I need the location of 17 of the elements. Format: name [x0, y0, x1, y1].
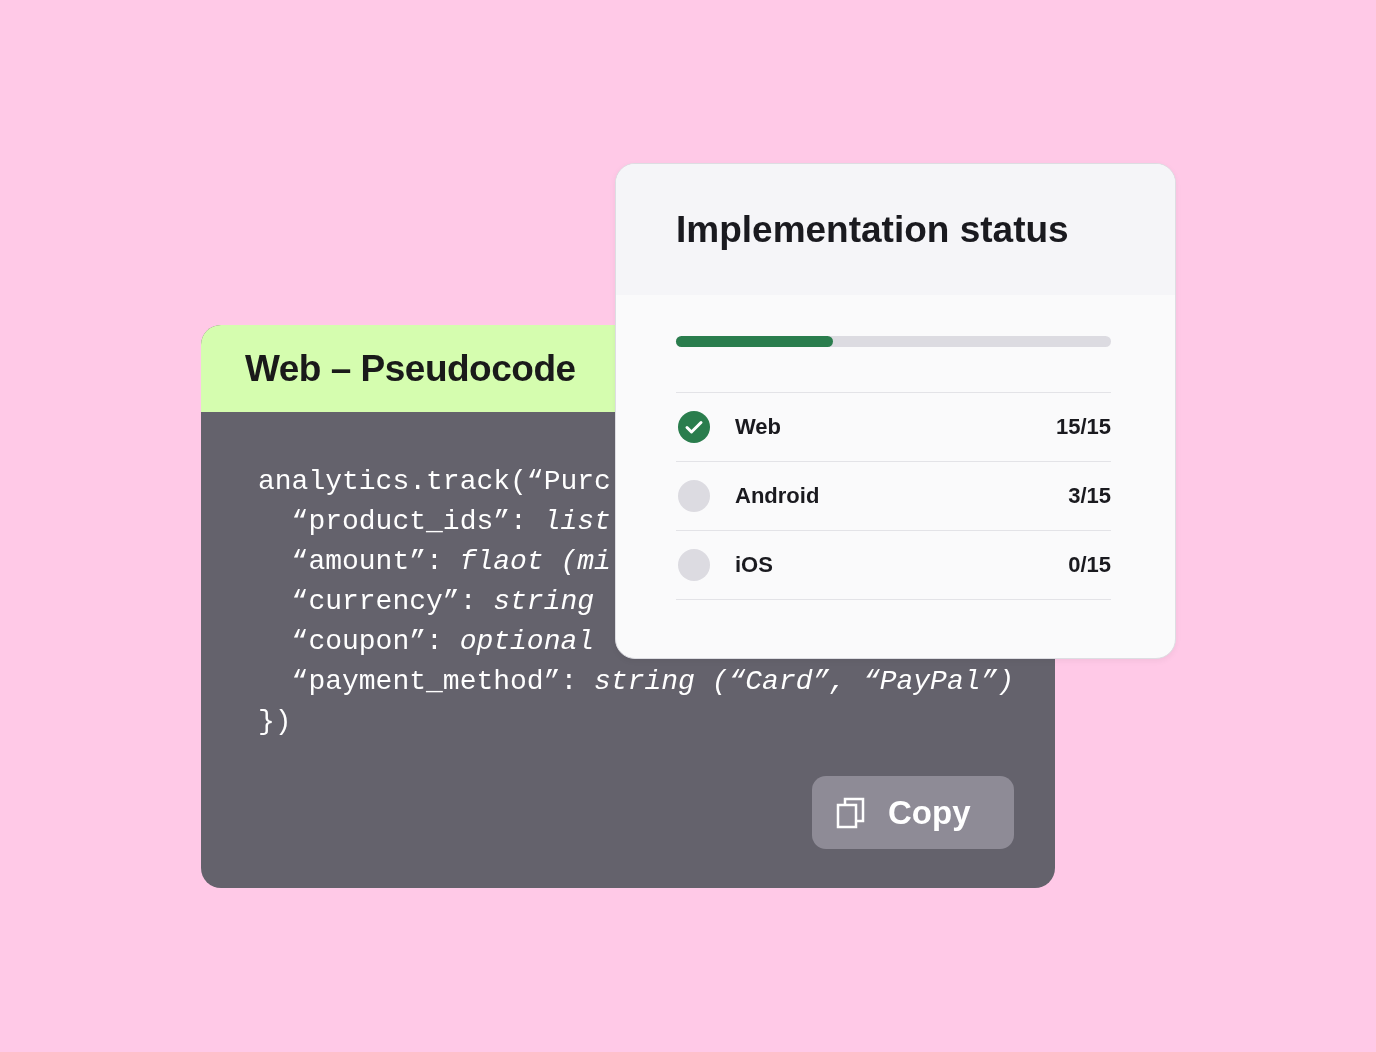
code-line: “payment_method”: string (“Card”, “PayPal”) [290, 665, 1015, 699]
copy-icon [836, 796, 866, 829]
platform-count: 0/15 [1068, 552, 1111, 578]
card-title: Implementation status [676, 208, 1069, 251]
code-line: “amount”: flaot (mi [290, 545, 611, 579]
platform-name: iOS [735, 552, 774, 578]
code-line: }) [258, 705, 292, 739]
code-line: “product_ids”: list [290, 505, 611, 539]
copy-button[interactable]: Copy [812, 776, 1014, 849]
platform-count: 3/15 [1068, 483, 1111, 509]
platform-name: Android [735, 483, 821, 509]
code-line: “coupon”: optional [290, 625, 595, 659]
code-line: analytics.track(“Purc [258, 465, 611, 499]
platform-count: 15/15 [1055, 414, 1111, 440]
platform-name: Web [735, 414, 783, 440]
card-title: Web – Pseudocode [245, 347, 576, 390]
code-line: “currency”: string [290, 585, 595, 619]
